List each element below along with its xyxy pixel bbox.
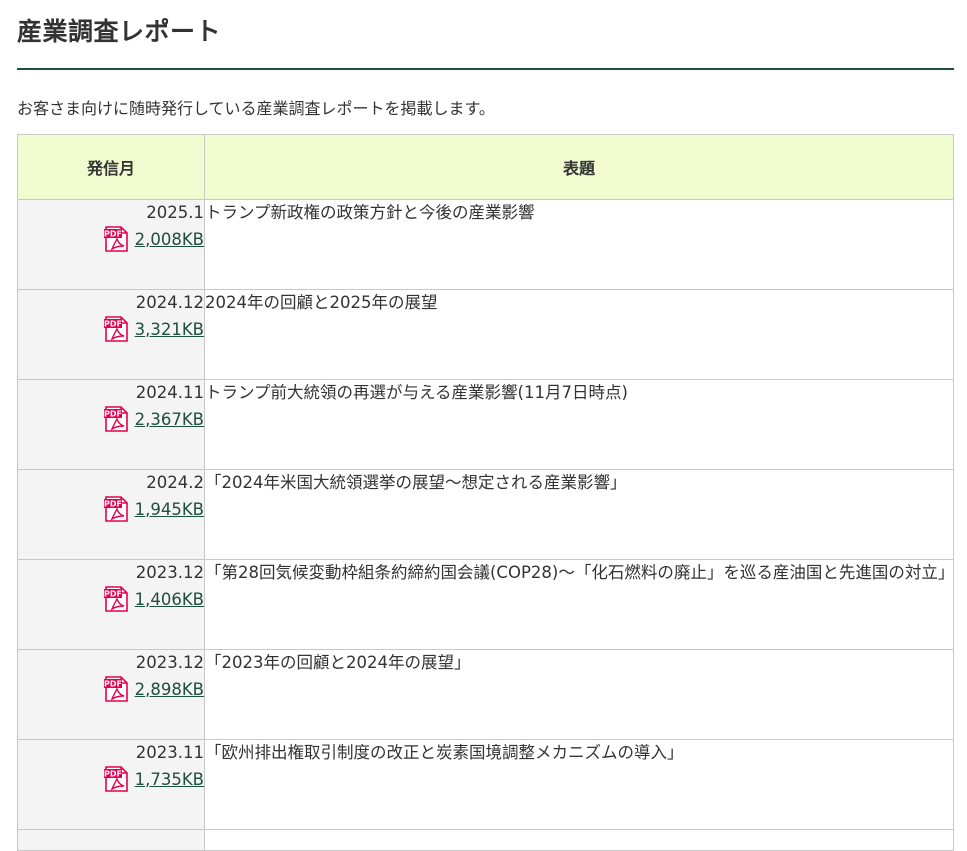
- pdf-size-link[interactable]: 1,945KB: [135, 500, 204, 519]
- page: 産業調査レポート お客さま向けに随時発行している産業調査レポートを掲載します。 …: [0, 0, 967, 851]
- pdf-file-icon[interactable]: PDF: [103, 766, 129, 792]
- svg-text:PDF: PDF: [104, 590, 122, 599]
- report-title: トランプ前大統領の再選が与える産業影響(11月7日時点): [204, 379, 954, 470]
- table-row: 2024.11 PDF 2,367KB トランプ前大統領の再選が与える産業影響(11月…: [17, 379, 954, 470]
- svg-text:PDF: PDF: [104, 410, 122, 419]
- pdf-size-link[interactable]: 1,406KB: [135, 590, 204, 609]
- pdf-file-icon[interactable]: PDF: [103, 586, 129, 612]
- issue-month: 2023.12: [135, 653, 204, 672]
- report-title: トランプ新政権の政策方針と今後の産業影響: [204, 199, 954, 290]
- svg-text:PDF: PDF: [104, 500, 122, 509]
- pdf-download: PDF 2,898KB: [18, 676, 204, 702]
- pdf-download: PDF 2,367KB: [18, 406, 204, 432]
- table-row-partial: [17, 829, 954, 851]
- report-title: 2024年の回顧と2025年の展望: [204, 289, 954, 380]
- date-cell: 2023.11 PDF 1,735KB: [17, 739, 205, 830]
- pdf-file-icon[interactable]: PDF: [103, 676, 129, 702]
- issue-month: 2024.12: [135, 293, 204, 312]
- issue-month: 2025.1: [146, 203, 204, 222]
- pdf-download: PDF 1,406KB: [18, 586, 204, 612]
- pdf-download: PDF 1,735KB: [18, 766, 204, 792]
- svg-text:PDF: PDF: [104, 770, 122, 779]
- table-row: 2023.12 PDF 2,898KB 「2023年の回顧と2024年の展望」: [17, 649, 954, 740]
- pdf-download: PDF 1,945KB: [18, 496, 204, 522]
- svg-text:PDF: PDF: [104, 230, 122, 239]
- reports-table: 発信月 表題 2025.1 PDF 2,008KB トランプ新政権の政策方針と今後の産…: [17, 134, 954, 851]
- issue-month: 2023.11: [135, 743, 204, 762]
- table-row: 2025.1 PDF 2,008KB トランプ新政権の政策方針と今後の産業影響: [17, 199, 954, 290]
- title-divider: [17, 68, 954, 70]
- pdf-size-link[interactable]: 1,735KB: [135, 770, 204, 789]
- pdf-size-link[interactable]: 3,321KB: [135, 320, 204, 339]
- page-title: 産業調査レポート: [17, 17, 222, 46]
- reports-table-body: 2025.1 PDF 2,008KB トランプ新政権の政策方針と今後の産業影響 2024…: [17, 199, 954, 851]
- svg-text:PDF: PDF: [104, 680, 122, 689]
- table-row: 2023.11 PDF 1,735KB 「欧州排出権取引制度の改正と炭素国境調整メカニ…: [17, 739, 954, 830]
- pdf-file-icon[interactable]: PDF: [103, 316, 129, 342]
- date-cell: 2023.12 PDF 1,406KB: [17, 559, 205, 650]
- date-cell: [17, 829, 205, 851]
- table-header-row: 発信月 表題: [17, 134, 954, 200]
- table-row: 2024.2 PDF 1,945KB 「2024年米国大統領選挙の展望～想定される産業…: [17, 469, 954, 560]
- issue-month: 2024.11: [135, 383, 204, 402]
- date-cell: 2024.11 PDF 2,367KB: [17, 379, 205, 470]
- pdf-file-icon[interactable]: PDF: [103, 496, 129, 522]
- header-date: 発信月: [17, 134, 205, 200]
- page-intro: お客さま向けに随時発行している産業調査レポートを掲載します。: [17, 99, 495, 118]
- report-title: 「2023年の回顧と2024年の展望」: [204, 649, 954, 740]
- table-row: 2024.12 PDF 3,321KB 2024年の回顧と2025年の展望: [17, 289, 954, 380]
- pdf-download: PDF 3,321KB: [18, 316, 204, 342]
- report-title: 「欧州排出権取引制度の改正と炭素国境調整メカニズムの導入」: [204, 739, 954, 830]
- table-row: 2023.12 PDF 1,406KB 「第28回気候変動枠組条約締約国会議(COP2…: [17, 559, 954, 650]
- date-cell: 2023.12 PDF 2,898KB: [17, 649, 205, 740]
- date-cell: 2025.1 PDF 2,008KB: [17, 199, 205, 290]
- issue-month: 2023.12: [135, 563, 204, 582]
- issue-month: 2024.2: [146, 473, 204, 492]
- date-cell: 2024.12 PDF 3,321KB: [17, 289, 205, 380]
- pdf-size-link[interactable]: 2,008KB: [135, 230, 204, 249]
- report-title: 「2024年米国大統領選挙の展望～想定される産業影響」: [204, 469, 954, 560]
- report-title: [204, 829, 954, 851]
- pdf-file-icon[interactable]: PDF: [103, 406, 129, 432]
- pdf-download: PDF 2,008KB: [18, 226, 204, 252]
- pdf-file-icon[interactable]: PDF: [103, 226, 129, 252]
- svg-text:PDF: PDF: [104, 320, 122, 329]
- pdf-size-link[interactable]: 2,367KB: [135, 410, 204, 429]
- pdf-size-link[interactable]: 2,898KB: [135, 680, 204, 699]
- date-cell: 2024.2 PDF 1,945KB: [17, 469, 205, 560]
- header-title: 表題: [204, 134, 954, 200]
- report-title: 「第28回気候変動枠組条約締約国会議(COP28)～「化石燃料の廃止」を巡る産油…: [204, 559, 954, 650]
